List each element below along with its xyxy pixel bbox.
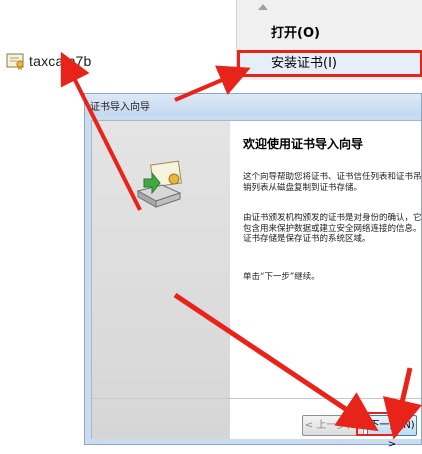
wizard-side-panel xyxy=(92,121,230,439)
certificate-file-icon xyxy=(6,53,24,70)
wizard-heading: 欢迎使用证书导入向导 xyxy=(243,137,364,151)
file-item[interactable]: taxca.p7b xyxy=(6,50,92,72)
scroll-up-icon[interactable] xyxy=(258,4,268,10)
menu-item-open[interactable]: 打开(O) xyxy=(237,22,422,46)
wizard-body: 欢迎使用证书导入向导 这个向导帮助您将证书、证书信任列表和证书吊销列表从磁盘复制… xyxy=(91,120,422,450)
back-button[interactable]: < 上一步(B) xyxy=(302,415,364,436)
window-title: 证书导入向导 xyxy=(90,102,150,113)
certificate-import-icon xyxy=(136,160,182,208)
menu-item-install-certificate[interactable]: 安装证书(I) xyxy=(237,50,422,77)
context-menu: 打开(O) 安装证书(I) xyxy=(236,0,422,80)
title-bar[interactable]: 证书导入向导 xyxy=(85,94,421,116)
wizard-paragraph-2: 由证书颁发机构颁发的证书是对身份的确认，它包含用来保护数据或建立安全网络连接的信… xyxy=(243,213,422,244)
certificate-import-wizard: 证书导入向导 欢迎使用证书导入向导 这个向导帮助您将证书、证书信任列表和证书吊销… xyxy=(84,93,422,450)
next-button[interactable]: 下一步(N) > xyxy=(367,415,417,450)
wizard-paragraph-1: 这个向导帮助您将证书、证书信任列表和证书吊销列表从磁盘复制到证书存储。 xyxy=(243,172,422,193)
file-name: taxca.p7b xyxy=(29,53,92,69)
wizard-paragraph-3: 单击“下一步”继续。 xyxy=(243,272,320,282)
wizard-divider xyxy=(92,398,421,399)
